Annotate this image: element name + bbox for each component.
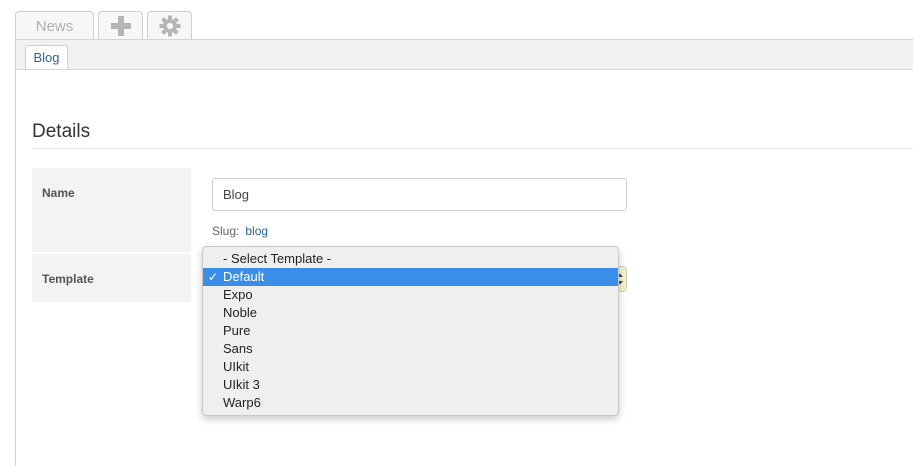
template-option-warp6[interactable]: Warp6 xyxy=(203,394,618,412)
option-label: Default xyxy=(223,269,265,284)
subtab-bar: Blog xyxy=(16,40,913,70)
option-label: Noble xyxy=(223,305,257,320)
tab-add[interactable] xyxy=(98,11,143,40)
tab-settings[interactable] xyxy=(147,11,192,40)
top-tab-bar: News xyxy=(15,11,196,40)
template-dropdown-menu: - Select Template - ✓ Default Expo Noble … xyxy=(202,246,619,416)
template-label: Template xyxy=(32,254,191,302)
section-title: Details xyxy=(32,121,91,142)
gear-icon xyxy=(159,15,180,37)
section-divider xyxy=(32,148,913,149)
template-option-noble[interactable]: Noble xyxy=(203,304,618,322)
template-option-select[interactable]: - Select Template - xyxy=(203,250,618,268)
checkmark-icon: ✓ xyxy=(208,270,219,284)
page: News Blog Details Name Blog Slug: blog T… xyxy=(0,0,913,466)
tab-news[interactable]: News xyxy=(15,11,94,40)
template-option-pure[interactable]: Pure xyxy=(203,322,618,340)
template-option-uikit[interactable]: UIkit xyxy=(203,358,618,376)
option-label: Sans xyxy=(223,341,253,356)
option-label: Warp6 xyxy=(223,395,261,410)
option-label: Expo xyxy=(223,287,253,302)
template-option-expo[interactable]: Expo xyxy=(203,286,618,304)
subtab-blog-label: Blog xyxy=(33,50,60,65)
template-option-uikit-3[interactable]: UIkit 3 xyxy=(203,376,618,394)
name-input[interactable] xyxy=(212,178,627,211)
slug-label: Slug: xyxy=(212,224,240,238)
template-option-default[interactable]: ✓ Default xyxy=(203,268,618,286)
template-option-sans[interactable]: Sans xyxy=(203,340,618,358)
subtab-blog[interactable]: Blog xyxy=(25,45,68,69)
content-panel: Blog Details Name Slug: blog Template - S… xyxy=(15,39,913,466)
option-label: UIkit 3 xyxy=(223,377,260,392)
tab-news-label: News xyxy=(35,17,74,35)
option-label: Pure xyxy=(223,323,251,338)
name-label: Name xyxy=(32,168,191,252)
option-label: UIkit xyxy=(223,359,249,374)
plus-icon xyxy=(110,16,131,36)
option-label: - Select Template - xyxy=(223,251,332,266)
slug-link[interactable]: blog xyxy=(245,224,268,238)
slug-row: Slug: blog xyxy=(212,224,268,238)
